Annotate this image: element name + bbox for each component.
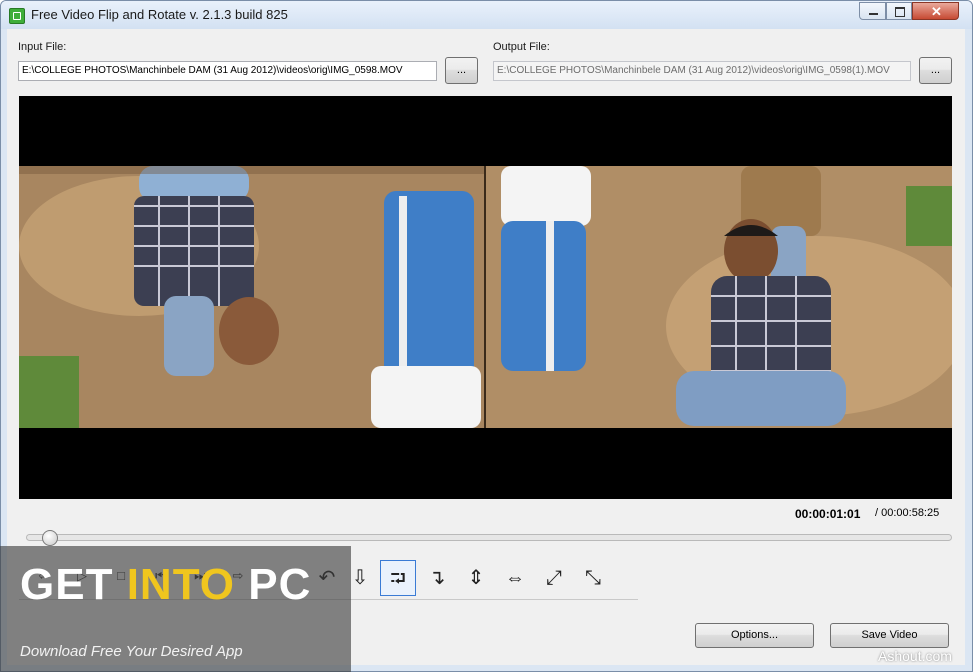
seek-slider[interactable] <box>26 534 952 541</box>
window-title: Free Video Flip and Rotate v. 2.1.3 buil… <box>31 7 288 22</box>
preview-right-rotated <box>486 166 952 428</box>
output-file-field[interactable]: E:\COLLEGE PHOTOS\Manchinbele DAM (31 Au… <box>493 61 911 81</box>
current-time: 00:00:01:01 <box>795 507 861 521</box>
app-icon <box>9 8 25 24</box>
input-file-field[interactable]: E:\COLLEGE PHOTOS\Manchinbele DAM (31 Au… <box>18 61 437 81</box>
rotate-down-icon[interactable]: ↴ <box>419 560 455 596</box>
close-button[interactable]: ✕ <box>912 2 959 20</box>
options-button[interactable]: Options... <box>695 623 814 648</box>
watermark-tagline: Download Free Your Desired App <box>20 643 243 660</box>
watermark-pc: PC <box>235 560 312 609</box>
transverse-icon[interactable]: ⤡ <box>575 560 611 596</box>
title-bar[interactable]: Free Video Flip and Rotate v. 2.1.3 buil… <box>1 1 972 29</box>
maximize-button[interactable] <box>886 2 912 20</box>
watermark-logo: GET INTO PC <box>20 560 311 610</box>
maximize-icon <box>895 7 905 17</box>
seek-thumb[interactable] <box>41 530 58 546</box>
flip-horizontal-icon[interactable]: ⇔ <box>497 560 533 596</box>
total-time: / 00:00:58:25 <box>875 507 940 519</box>
watermark-into: INTO <box>126 560 235 609</box>
output-file-label: Output File: <box>493 41 550 53</box>
minimize-button[interactable] <box>859 2 886 20</box>
close-icon: ✕ <box>931 4 942 19</box>
minimize-icon <box>869 13 878 15</box>
transpose-icon[interactable]: ⤢ <box>536 560 572 596</box>
video-frame <box>19 166 952 428</box>
flip-vertical-icon[interactable]: ⇕ <box>458 560 494 596</box>
site-watermark: Ashout.com <box>878 648 952 664</box>
output-browse-button[interactable]: ... <box>919 57 952 84</box>
save-video-button[interactable]: Save Video <box>830 623 949 648</box>
video-preview <box>19 96 952 499</box>
watermark-get: GET <box>20 560 127 609</box>
input-file-label: Input File: <box>18 41 67 53</box>
preview-left-original <box>19 166 485 428</box>
input-browse-button[interactable]: ... <box>445 57 478 84</box>
rotate-right-icon[interactable]: ⮒ <box>380 560 416 596</box>
